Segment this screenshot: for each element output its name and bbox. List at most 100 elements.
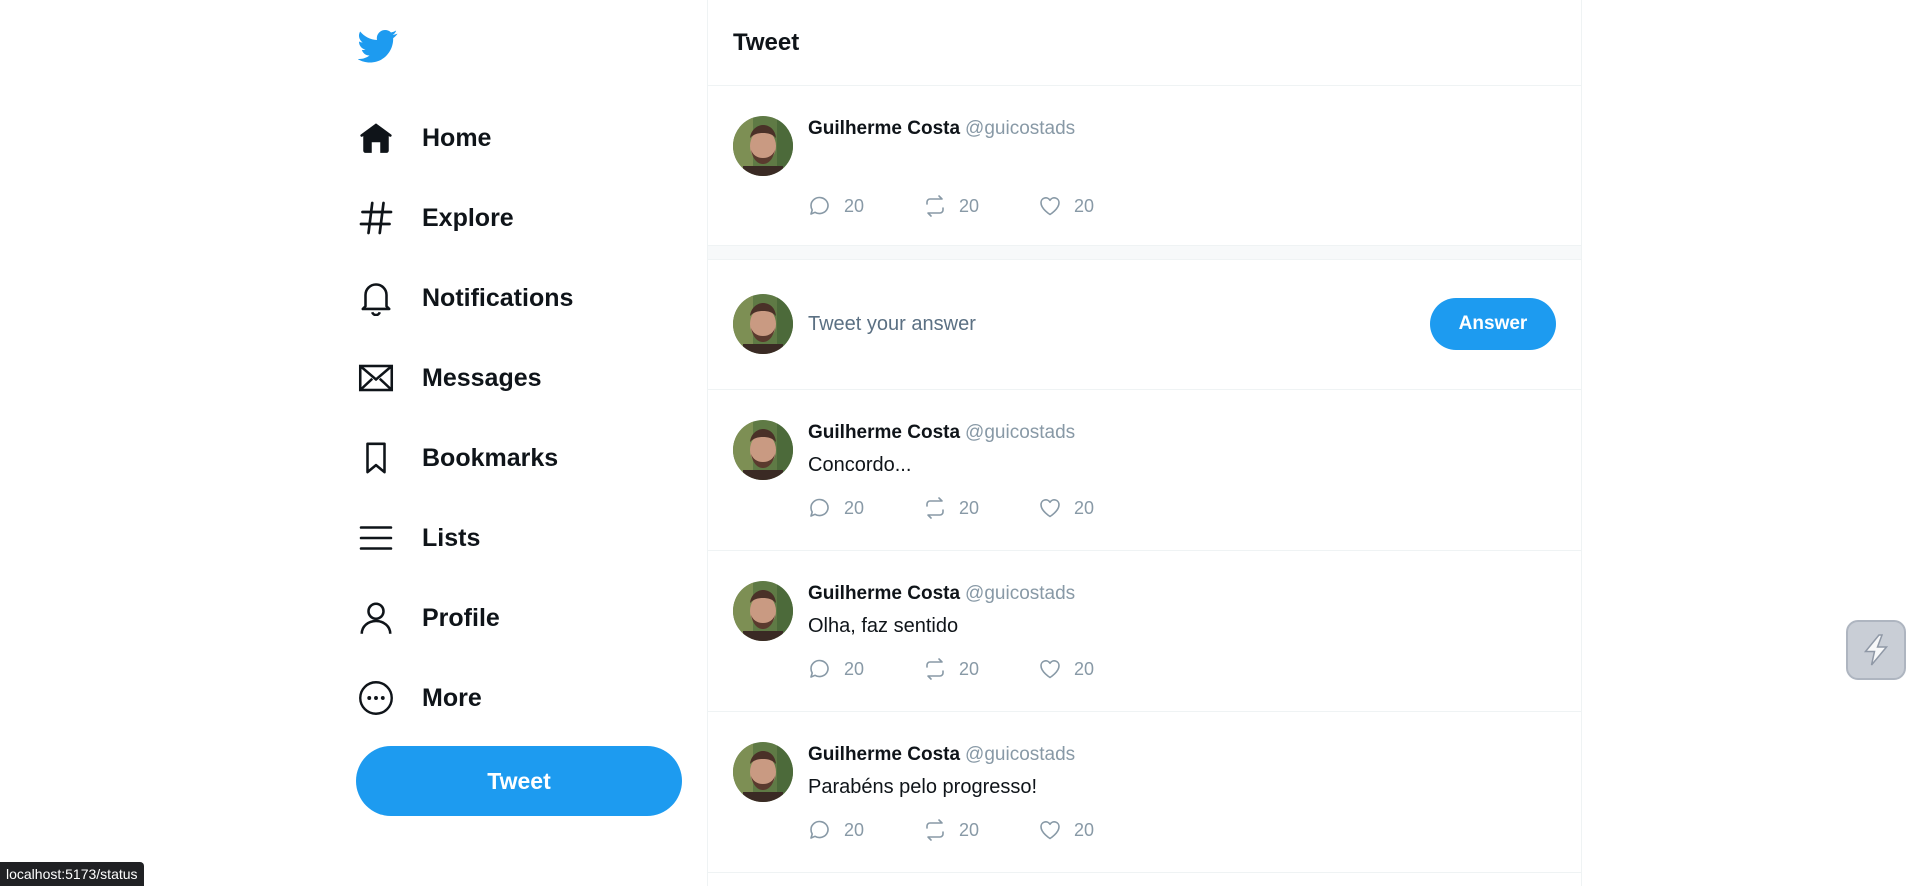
list-icon: [356, 518, 396, 558]
retweet-icon: [926, 658, 944, 680]
main-column: Tweet Guilherme Costa @guicostads 20 20 …: [707, 0, 1582, 886]
retweet-action[interactable]: 20: [923, 194, 1038, 218]
reply-tweet: Guilherme Costa @guicostads Concordo... 2…: [708, 390, 1581, 551]
nav-item-home[interactable]: Home: [356, 98, 682, 178]
author-name[interactable]: Guilherme Costa: [808, 118, 960, 139]
avatar[interactable]: [733, 581, 793, 641]
comment-icon: [810, 498, 829, 517]
like-action[interactable]: 20: [1038, 818, 1153, 842]
author-handle[interactable]: @guicostads: [965, 118, 1075, 139]
author-name[interactable]: Guilherme Costa: [808, 744, 960, 765]
retweet-icon: [926, 195, 944, 217]
tweet-author: Guilherme Costa @guicostads: [808, 583, 1075, 605]
envelope-icon: [356, 358, 396, 398]
tweet-text: Concordo...: [808, 454, 912, 476]
comment-icon: [810, 196, 829, 215]
extension-widget-icon[interactable]: [1846, 620, 1906, 680]
comment-action[interactable]: 20: [808, 496, 923, 520]
avatar[interactable]: [733, 294, 793, 354]
comment-count: 20: [844, 497, 865, 518]
like-count: 20: [1074, 497, 1095, 518]
nav-label-more: More: [422, 683, 482, 712]
reply-input[interactable]: [808, 304, 1408, 344]
page-title: Tweet: [733, 28, 800, 56]
nav-label-notifications: Notifications: [422, 283, 574, 312]
tweet-text: Olha, faz sentido: [808, 615, 959, 637]
nav-item-notifications[interactable]: Notifications: [356, 258, 682, 338]
retweet-action[interactable]: 20: [923, 657, 1038, 681]
author-name[interactable]: Guilherme Costa: [808, 422, 960, 443]
section-divider: [708, 246, 1581, 260]
like-count: 20: [1074, 819, 1095, 840]
author-handle[interactable]: @guicostads: [965, 583, 1075, 604]
home-icon: [356, 118, 396, 158]
bookmark-icon: [356, 438, 396, 478]
avatar[interactable]: [733, 742, 793, 802]
nav-label-bookmarks: Bookmarks: [422, 443, 559, 472]
tweet-button[interactable]: Tweet: [356, 746, 682, 816]
tweet-text: Parabéns pelo progresso!: [808, 776, 1038, 798]
tweet-actions: 20 20 20: [808, 657, 1153, 681]
comment-action[interactable]: 20: [808, 657, 923, 681]
like-action[interactable]: 20: [1038, 496, 1153, 520]
bell-icon: [356, 278, 396, 318]
nav-item-lists[interactable]: Lists: [356, 498, 682, 578]
heart-icon: [1040, 197, 1060, 216]
reply-compose: Answer: [708, 260, 1581, 390]
avatar[interactable]: [733, 116, 793, 176]
heart-icon: [1040, 660, 1060, 679]
author-handle[interactable]: @guicostads: [965, 744, 1075, 765]
nav-label-home: Home: [422, 123, 492, 152]
nav-item-more[interactable]: More: [356, 658, 682, 738]
author-handle[interactable]: @guicostads: [965, 422, 1075, 443]
retweet-action[interactable]: 20: [923, 818, 1038, 842]
comment-action[interactable]: 20: [808, 194, 923, 218]
retweet-count: 20: [959, 658, 980, 679]
like-action[interactable]: 20: [1038, 657, 1153, 681]
comment-icon: [810, 659, 829, 678]
retweet-count: 20: [959, 497, 980, 518]
nav-item-profile[interactable]: Profile: [356, 578, 682, 658]
tweet-author: Guilherme Costa @guicostads: [808, 744, 1075, 766]
tweet-actions: 20 20 20: [808, 496, 1153, 520]
comment-action[interactable]: 20: [808, 818, 923, 842]
app-root: Home Explore Notifications Messages Book…: [0, 0, 1916, 886]
like-action[interactable]: 20: [1038, 194, 1153, 218]
comment-icon: [810, 820, 829, 839]
original-tweet: Guilherme Costa @guicostads 20 20 20: [708, 86, 1581, 246]
reply-tweet: Guilherme Costa @guicostads Olha, faz sen…: [708, 551, 1581, 712]
comment-count: 20: [844, 819, 865, 840]
nav-item-explore[interactable]: Explore: [356, 178, 682, 258]
tweet-author: Guilherme Costa @guicostads: [808, 118, 1075, 140]
nav-item-bookmarks[interactable]: Bookmarks: [356, 418, 682, 498]
like-count: 20: [1074, 658, 1095, 679]
page-header: Tweet: [708, 0, 1581, 86]
avatar[interactable]: [733, 420, 793, 480]
nav-item-messages[interactable]: Messages: [356, 338, 682, 418]
tweet-author: Guilherme Costa @guicostads: [808, 422, 1075, 444]
heart-icon: [1040, 821, 1060, 840]
more-circle-icon: [356, 678, 396, 718]
retweet-count: 20: [959, 195, 980, 216]
nav-label-lists: Lists: [422, 523, 481, 552]
user-icon: [356, 598, 396, 638]
twitter-bird-icon[interactable]: [357, 26, 398, 66]
sidebar: Home Explore Notifications Messages Book…: [356, 0, 682, 886]
comment-count: 20: [844, 195, 865, 216]
nav-label-explore: Explore: [422, 203, 514, 232]
tweet-actions: 20 20 20: [808, 194, 1153, 218]
answer-button[interactable]: Answer: [1430, 298, 1556, 350]
heart-icon: [1040, 499, 1060, 518]
author-name[interactable]: Guilherme Costa: [808, 583, 960, 604]
hashtag-icon: [356, 198, 396, 238]
retweet-count: 20: [959, 819, 980, 840]
status-bar-url: localhost:5173/status: [0, 862, 144, 886]
nav-label-messages: Messages: [422, 363, 542, 392]
main-nav: Home Explore Notifications Messages Book…: [356, 98, 682, 738]
retweet-icon: [926, 819, 944, 841]
retweet-icon: [926, 497, 944, 519]
retweet-action[interactable]: 20: [923, 496, 1038, 520]
nav-label-profile: Profile: [422, 603, 500, 632]
reply-tweet: Guilherme Costa @guicostads Parabéns pelo…: [708, 712, 1581, 873]
tweet-actions: 20 20 20: [808, 818, 1153, 842]
